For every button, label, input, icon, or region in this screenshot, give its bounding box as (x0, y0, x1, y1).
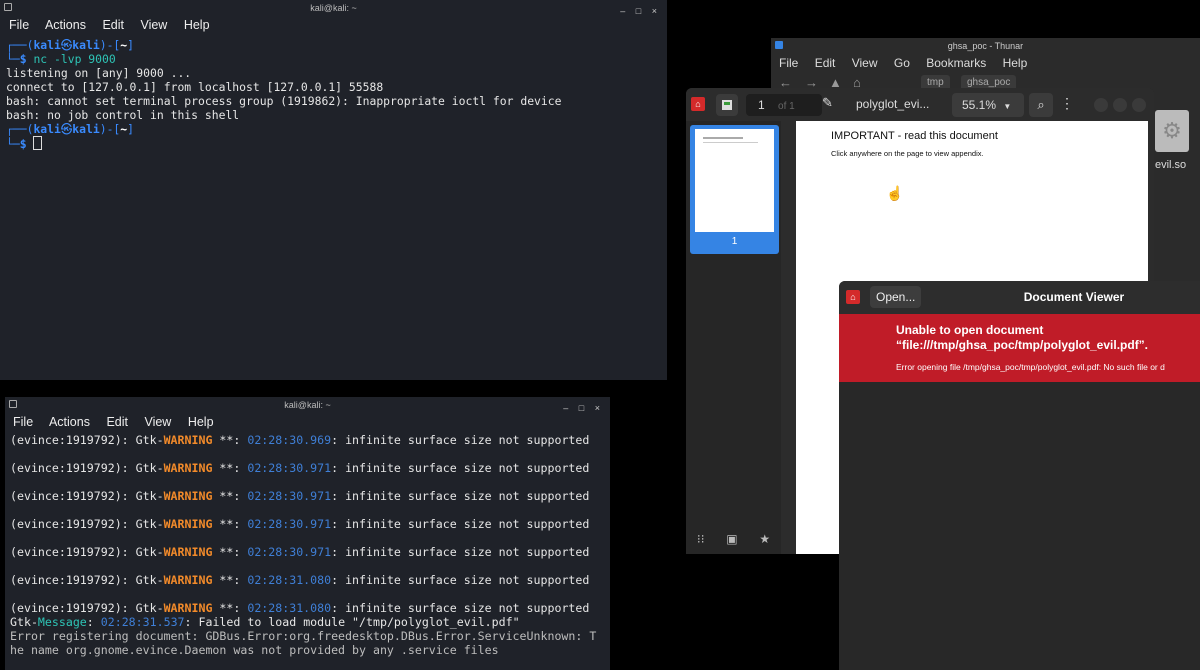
page-thumbnail[interactable]: 1 (690, 125, 779, 254)
warning-line: (evince:1919792): Gtk-WARNING **: 02:28:… (10, 461, 590, 475)
hand-cursor-icon: ☝ (886, 185, 904, 201)
maximize-button[interactable] (1113, 98, 1127, 112)
bookmark-star-icon[interactable]: ★ (759, 532, 770, 546)
prompt-separator: ㉿ (60, 122, 73, 136)
prompt-host: kali (72, 122, 100, 136)
error-detail: Error opening file /tmp/ghsa_poc/tmp/pol… (896, 362, 1165, 372)
warning-line: (evince:1919792): Gtk-WARNING **: 02:28:… (10, 545, 590, 559)
sidebar-footer: ⁝⁝ ▣ ★ (686, 524, 781, 554)
warning-line: (evince:1919792): Gtk-WARNING **: 02:28:… (10, 601, 590, 615)
menu-actions[interactable]: Actions (49, 415, 90, 429)
prompt-user: kali (33, 122, 61, 136)
page-heading: IMPORTANT - read this document (831, 130, 998, 142)
terminal-window-bottom[interactable]: kali@kali: ~ – □ × File Actions Edit Vie… (5, 397, 610, 670)
terminal-output[interactable]: (evince:1919792): Gtk-WARNING **: 02:28:… (5, 431, 610, 659)
prompt-user: kali (33, 38, 61, 52)
thumbnail-view-icon[interactable]: ▣ (726, 532, 737, 546)
error-title: Unable to open document “file:///tmp/ghs… (896, 323, 1149, 352)
menu-bookmarks[interactable]: Bookmarks (926, 56, 986, 70)
gear-icon: ⚙ (1162, 118, 1182, 143)
menu-view[interactable]: View (852, 56, 878, 70)
prompt-separator: ㉿ (60, 38, 73, 52)
error-line: he name org.gnome.evince.Daemon was not … (10, 643, 499, 657)
zoom-level: 55.1% (962, 98, 997, 112)
page-text: Click anywhere on the page to view appen… (831, 149, 984, 158)
terminal-menubar: File Actions Edit View Help (0, 16, 667, 34)
search-button[interactable]: ⌕ (1029, 93, 1053, 117)
output-line: connect to [127.0.0.1] from localhost [1… (6, 80, 384, 94)
warning-line: (evince:1919792): Gtk-WARNING **: 02:28:… (10, 489, 590, 503)
terminal-titlebar[interactable]: kali@kali: ~ – □ × (0, 0, 667, 16)
window-controls[interactable]: – □ × (620, 3, 661, 19)
menu-kebab-icon[interactable]: ⋮ (1060, 95, 1074, 112)
page-count: of 1 (778, 101, 795, 112)
menu-file[interactable]: File (13, 415, 33, 429)
zoom-select[interactable]: 55.1% ▼ (952, 93, 1024, 117)
thunar-title: ghsa_poc - Thunar (947, 41, 1024, 51)
terminal-output[interactable]: ┌──(kali㉿kali)-[~] └─$ nc -lvp 9000 list… (0, 34, 667, 155)
terminal-command: nc -lvp 9000 (33, 52, 116, 66)
terminal-menubar: File Actions Edit View Help (5, 413, 610, 431)
menu-file[interactable]: File (779, 56, 798, 70)
sidebar-toggle-button[interactable] (716, 94, 738, 116)
thumbnail-page (695, 129, 774, 232)
menu-view[interactable]: View (144, 415, 171, 429)
page-number: 1 (758, 98, 765, 112)
message-line: Gtk-Message: 02:28:31.537: Failed to loa… (10, 615, 520, 629)
thumbnail-icon (722, 100, 732, 110)
terminal-window-top[interactable]: kali@kali: ~ – □ × File Actions Edit Vie… (0, 0, 667, 380)
terminal-titlebar[interactable]: kali@kali: ~ – □ × (5, 397, 610, 413)
menu-file[interactable]: File (9, 18, 29, 32)
menu-actions[interactable]: Actions (45, 18, 86, 32)
thunar-menubar: File Edit View Go Bookmarks Help (771, 54, 1200, 72)
window-menu-icon[interactable] (9, 400, 17, 408)
prompt-host: kali (72, 38, 100, 52)
menu-edit[interactable]: Edit (106, 415, 128, 429)
thunar-titlebar[interactable]: ghsa_poc - Thunar (771, 38, 1200, 54)
menu-help[interactable]: Help (188, 415, 214, 429)
terminal-title: kali@kali: ~ (310, 3, 357, 13)
window-menu-icon[interactable] (775, 41, 783, 49)
terminal-title: kali@kali: ~ (284, 400, 331, 410)
warning-line: (evince:1919792): Gtk-WARNING **: 02:28:… (10, 433, 590, 447)
output-line: listening on [any] 9000 ... (6, 66, 192, 80)
warning-line: (evince:1919792): Gtk-WARNING **: 02:28:… (10, 573, 590, 587)
window-controls[interactable]: – □ × (563, 400, 604, 416)
dialog-title: Document Viewer (1023, 290, 1125, 304)
menu-go[interactable]: Go (894, 56, 910, 70)
menu-help[interactable]: Help (1003, 56, 1028, 70)
minimize-button[interactable] (1094, 98, 1108, 112)
error-banner: Unable to open document “file:///tmp/ghs… (839, 314, 1200, 382)
page-number-input[interactable]: 1 of 1 (746, 94, 822, 116)
menu-view[interactable]: View (140, 18, 167, 32)
menu-help[interactable]: Help (184, 18, 210, 32)
error-line: Error registering document: GDBus.Error:… (10, 629, 597, 643)
output-line: bash: cannot set terminal process group … (6, 94, 562, 108)
shared-library-file-icon[interactable]: ⚙ (1155, 110, 1189, 152)
close-button[interactable] (1132, 98, 1146, 112)
output-line: bash: no job control in this shell (6, 108, 240, 122)
dialog-headerbar: ⌂ Open... Document Viewer (839, 281, 1200, 314)
pdf-app-icon: ⌂ (691, 97, 705, 111)
thumbnail-page-number: 1 (731, 236, 738, 247)
chevron-down-icon: ▼ (1003, 102, 1012, 111)
grid-view-icon[interactable]: ⁝⁝ (697, 532, 705, 546)
menu-edit[interactable]: Edit (102, 18, 124, 32)
menu-edit[interactable]: Edit (815, 56, 836, 70)
terminal-cursor (33, 136, 43, 150)
warning-line: (evince:1919792): Gtk-WARNING **: 02:28:… (10, 517, 590, 531)
file-label[interactable]: evil.so (1155, 159, 1186, 171)
viewer-headerbar: ⌂ 1 of 1 ✎ polyglot_evi... 55.1% ▼ ⌕ ⋮ (686, 88, 1154, 121)
document-title: polyglot_evi... (856, 97, 930, 111)
thumbnail-sidebar: 1 ⁝⁝ ▣ ★ (686, 121, 781, 554)
search-icon: ⌕ (1037, 97, 1045, 112)
annotate-pencil-icon[interactable]: ✎ (822, 95, 833, 111)
window-menu-icon[interactable] (4, 3, 12, 11)
error-viewer-window[interactable]: ⌂ Open... Document Viewer Unable to open… (839, 281, 1200, 670)
